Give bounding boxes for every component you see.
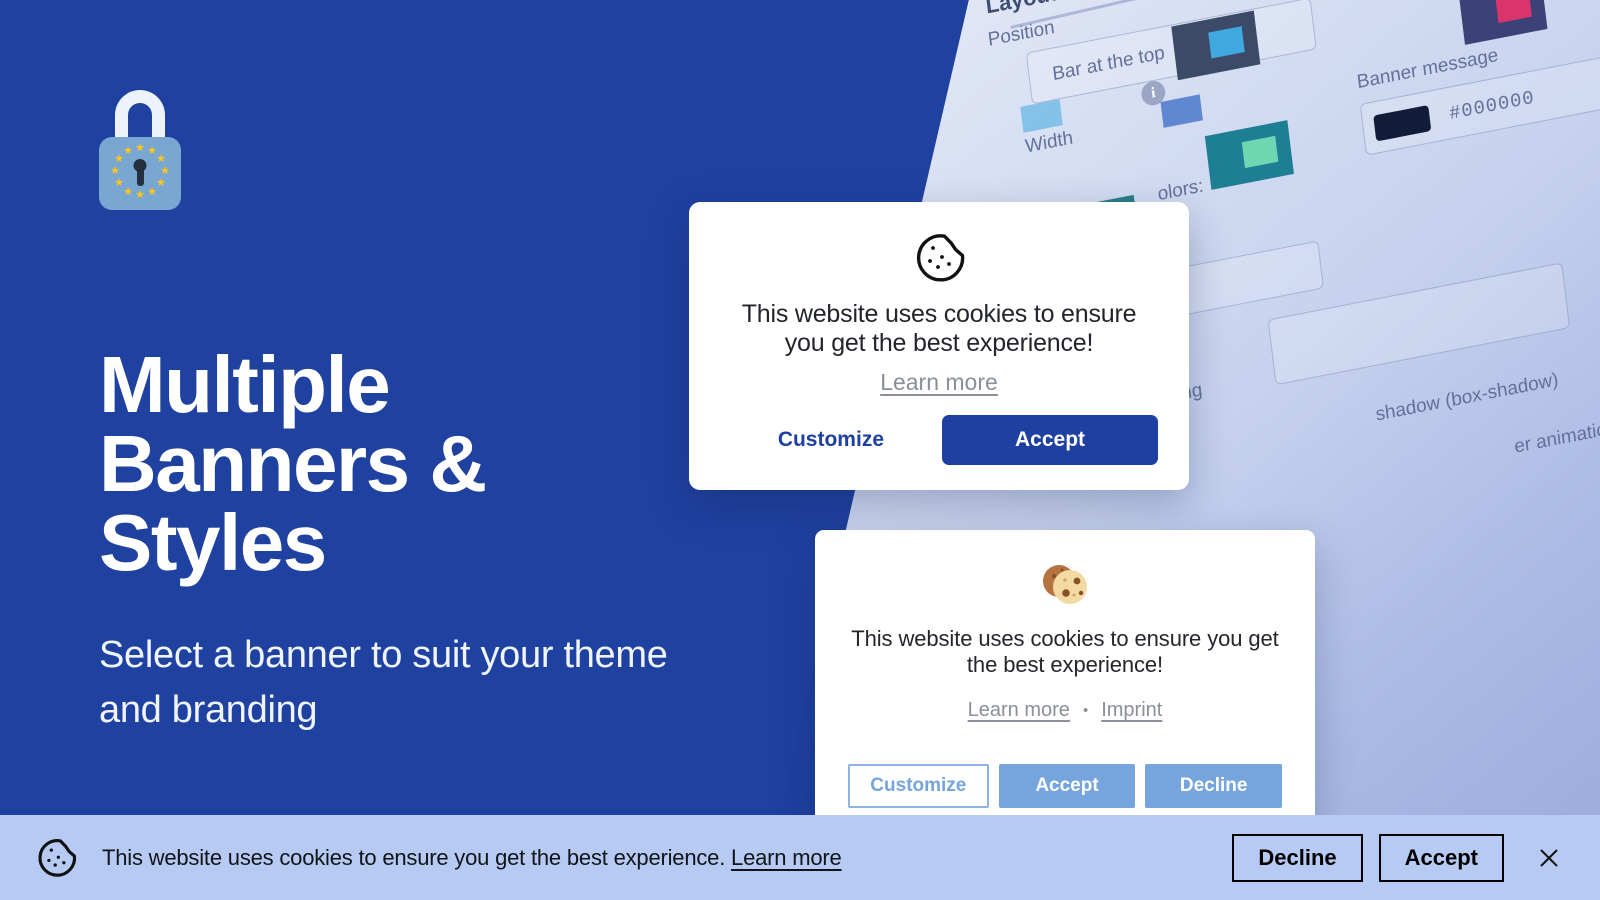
accept-button[interactable]: Accept [998,764,1136,808]
cookie-message-wrapper: This website uses cookies to ensure you … [102,845,1232,871]
close-icon[interactable] [1520,845,1568,871]
cookie-bottom-bar: This website uses cookies to ensure you … [0,815,1600,900]
customize-button[interactable]: Customize [752,418,910,462]
cookie-modal-secondary: This website uses cookies to ensure you … [815,530,1315,832]
art-color-swatch [1458,0,1548,45]
learn-more-link[interactable]: Learn more [731,845,842,870]
link-separator: • [1082,701,1089,719]
cookie-outline-icon [34,837,78,879]
cookie-outline-icon [721,232,1157,284]
cookie-emoji-icon [849,560,1281,610]
modal-actions: Customize Accept [721,415,1158,465]
decline-button[interactable]: Decline [1145,764,1283,808]
cookie-message: This website uses cookies to ensure you … [102,844,726,870]
decline-button[interactable]: Decline [1232,833,1363,882]
accept-button[interactable]: Accept [1378,833,1504,882]
customize-button[interactable]: Customize [848,764,989,808]
learn-more-link[interactable]: Learn more [968,699,1070,722]
art-color-swatch [1204,120,1294,190]
gdpr-lock-icon: ★ ★ ★ ★ ★ ★ ★ ★ ★ ★ ★ ★ [99,90,181,210]
modal-actions: Customize Accept Decline [848,764,1283,808]
art-color-chip [1160,94,1203,128]
page-subtitle: Select a banner to suit your theme and b… [99,634,668,732]
cookie-message: This website uses cookies to ensure you … [851,626,1279,678]
learn-more-link[interactable]: Learn more [880,369,998,396]
accept-button[interactable]: Accept [942,415,1158,465]
lock-body: ★ ★ ★ ★ ★ ★ ★ ★ ★ ★ ★ ★ [99,137,181,210]
bottom-bar-actions: Decline Accept [1232,833,1568,882]
cookie-message: This website uses cookies to ensure you … [741,300,1137,358]
lock-keyhole [133,159,147,172]
art-label-position: Position [986,16,1056,51]
art-color-chip [1020,99,1063,133]
art-position-field [1025,0,1317,105]
hero-section: ★ ★ ★ ★ ★ ★ ★ ★ ★ ★ ★ ★ Multiple Banners… [0,0,760,900]
imprint-link[interactable]: Imprint [1101,699,1162,722]
art-label-shadow: shadow (box-shadow) [1374,369,1560,426]
page-title: Multiple Banners & Styles [99,340,487,588]
modal-links: Learn more • Imprint [849,699,1281,722]
art-label-width: Width [1024,127,1075,158]
cookie-modal-primary: This website uses cookies to ensure you … [689,202,1189,490]
